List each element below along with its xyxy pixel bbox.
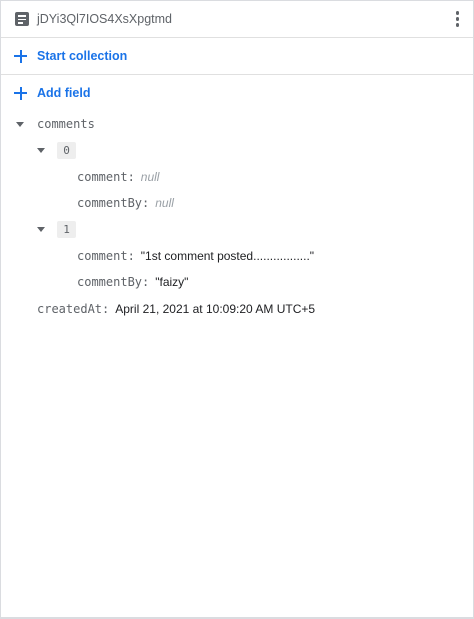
start-collection-label: Start collection (37, 49, 128, 63)
field-value: null (140, 170, 160, 184)
field-key: comment: (77, 249, 135, 263)
field-value: null (155, 196, 174, 210)
field-value: April 21, 2021 at 10:09:20 AM UTC+5 (115, 302, 316, 316)
field-key: comments (37, 117, 95, 131)
field-createdAt: createdAt: April 21, 2021 at 10:09:20 AM… (37, 299, 315, 319)
document-icon (15, 12, 29, 26)
field-value: "faizy" (155, 275, 189, 289)
field-key: commentBy: (77, 196, 150, 210)
chevron-down-icon[interactable] (16, 122, 24, 127)
field-key: createdAt: (37, 302, 110, 316)
plus-icon (14, 86, 27, 100)
field-comments: comments (37, 114, 95, 134)
field-key: commentBy: (77, 275, 150, 289)
add-field-label: Add field (37, 86, 91, 100)
document-panel: jDYi3Ql7IOS4XsXpgtmd Start collection Ad… (0, 0, 474, 619)
field-value: "1st comment posted................." (140, 249, 315, 263)
plus-icon (14, 49, 27, 63)
start-collection-button[interactable]: Start collection (1, 38, 473, 75)
array-index-chip[interactable]: 0 (57, 142, 76, 159)
document-header: jDYi3Ql7IOS4XsXpgtmd (1, 1, 473, 38)
field-commentBy: commentBy: "faizy" (77, 272, 188, 292)
document-id: jDYi3Ql7IOS4XsXpgtmd (37, 12, 173, 26)
chevron-down-icon[interactable] (37, 227, 45, 232)
field-key: comment: (77, 170, 135, 184)
field-commentBy: commentBy: null (77, 193, 174, 213)
array-index-chip[interactable]: 1 (57, 221, 76, 238)
chevron-down-icon[interactable] (37, 148, 45, 153)
field-comment: comment: "1st comment posted............… (77, 246, 314, 266)
more-vert-icon[interactable] (453, 10, 461, 28)
divider (1, 617, 473, 618)
field-comment: comment: null (77, 167, 159, 187)
add-field-button[interactable]: Add field (1, 75, 473, 111)
